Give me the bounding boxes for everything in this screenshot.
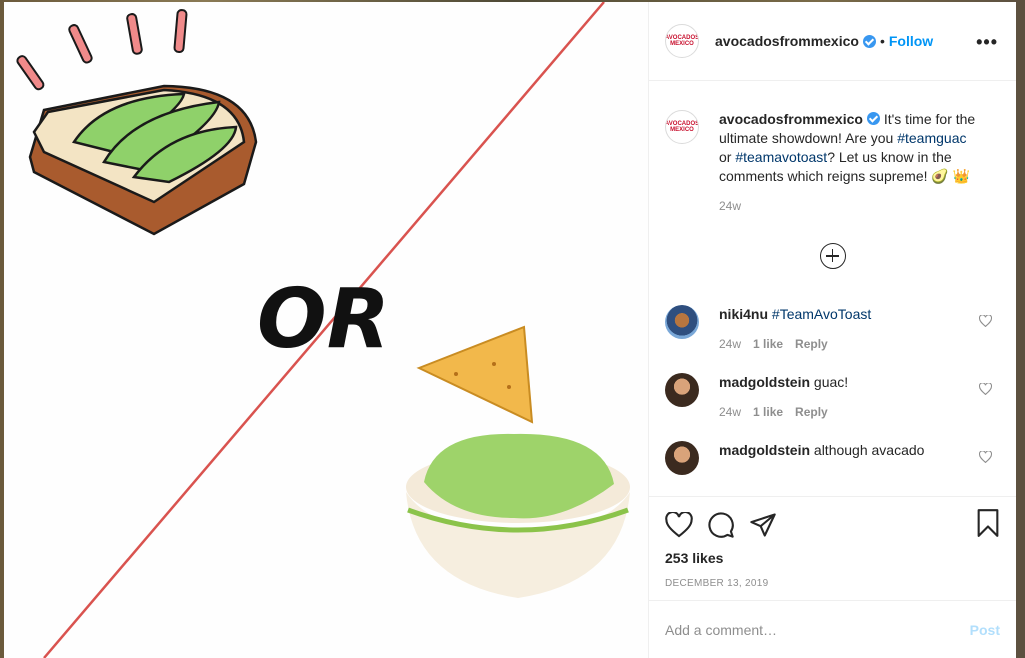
- follow-button[interactable]: Follow: [889, 33, 933, 49]
- separator-dot: •: [879, 33, 885, 49]
- comments-list[interactable]: AVOCADOS MEXICO avocadosfrommexico It's …: [649, 81, 1016, 496]
- likes-count[interactable]: 253 likes: [665, 550, 1000, 566]
- comment-time[interactable]: 24w: [719, 405, 741, 419]
- side-panel: AVOCADOS MEXICO avocadosfrommexico • Fol…: [648, 2, 1016, 658]
- comment-avatar[interactable]: [665, 305, 699, 339]
- post-image[interactable]: OR: [4, 2, 648, 658]
- comment-username[interactable]: madgoldstein: [719, 374, 810, 390]
- guacamole-bowl: [406, 325, 630, 598]
- caption-username[interactable]: avocadosfrommexico: [719, 111, 863, 127]
- caption-avatar[interactable]: AVOCADOS MEXICO: [665, 110, 699, 144]
- comment-time[interactable]: 24w: [719, 337, 741, 351]
- comment-username[interactable]: madgoldstein: [719, 442, 810, 458]
- post-comment-button[interactable]: Post: [970, 622, 1000, 638]
- verified-badge-icon: [862, 34, 876, 48]
- post-actions: 253 likes DECEMBER 13, 2019: [649, 496, 1016, 598]
- comment-text: madgoldstein although avacado: [719, 441, 969, 459]
- comment-row: madgoldstein guac! 24w 1 like Reply: [665, 373, 1000, 419]
- like-comment-heart-icon[interactable]: [979, 383, 992, 395]
- more-options-icon[interactable]: •••: [976, 32, 998, 53]
- brand-logo: AVOCADOS MEXICO: [665, 35, 699, 47]
- comment-input[interactable]: [665, 621, 970, 638]
- comment-username[interactable]: niki4nu: [719, 306, 768, 322]
- add-comment-bar: Post: [649, 600, 1016, 658]
- reply-button[interactable]: Reply: [795, 405, 828, 419]
- comment-likes[interactable]: 1 like: [753, 337, 783, 351]
- hashtag-teamguac[interactable]: #teamguac: [897, 130, 966, 146]
- like-comment-heart-icon[interactable]: [979, 315, 992, 327]
- post-modal: OR AVOCADOS MEXICO avocadosfrommexico • …: [4, 2, 1016, 658]
- or-text: OR: [257, 272, 390, 367]
- comment-content: although avacado: [813, 442, 925, 458]
- comment-bubble-icon[interactable]: [707, 511, 735, 539]
- comment-likes[interactable]: 1 like: [753, 405, 783, 419]
- hashtag-teamavotoast[interactable]: #teamavotoast: [735, 149, 827, 165]
- comment-hashtag[interactable]: #TeamAvoToast: [772, 306, 871, 322]
- comment-content: guac!: [813, 374, 849, 390]
- like-comment-heart-icon[interactable]: [979, 451, 992, 463]
- header-username[interactable]: avocadosfrommexico: [715, 33, 859, 49]
- sparkle-marks: [16, 9, 188, 91]
- verified-badge-icon: [866, 112, 880, 125]
- caption-or: or: [719, 149, 732, 165]
- caption-text: avocadosfrommexico It's time for the ult…: [719, 110, 981, 186]
- comment-text: madgoldstein guac!: [719, 373, 969, 391]
- comment-row: niki4nu #TeamAvoToast 24w 1 like Reply: [665, 305, 1000, 351]
- brand-logo: AVOCADOS MEXICO: [665, 121, 699, 133]
- avocado-toast: [28, 84, 258, 236]
- comment-avatar[interactable]: [665, 373, 699, 407]
- action-icons: [665, 511, 1000, 539]
- post-header: AVOCADOS MEXICO avocadosfrommexico • Fol…: [649, 2, 1016, 81]
- comment-text: niki4nu #TeamAvoToast: [719, 305, 969, 323]
- account-avatar[interactable]: AVOCADOS MEXICO: [665, 24, 699, 58]
- save-bookmark-icon[interactable]: [976, 509, 1000, 537]
- post-caption: AVOCADOS MEXICO avocadosfrommexico It's …: [665, 97, 1000, 213]
- load-more-comments-icon[interactable]: [819, 243, 846, 269]
- comment-meta: 24w 1 like Reply: [719, 405, 969, 419]
- comment-avatar[interactable]: [665, 441, 699, 475]
- comment-meta: 24w 1 like Reply: [719, 337, 969, 351]
- caption-time[interactable]: 24w: [719, 199, 981, 213]
- post-illustration: OR: [16, 2, 630, 658]
- reply-button[interactable]: Reply: [795, 337, 828, 351]
- share-paper-plane-icon[interactable]: [749, 512, 777, 538]
- post-date[interactable]: DECEMBER 13, 2019: [665, 578, 1000, 589]
- comment-row: madgoldstein although avacado: [665, 441, 1000, 475]
- like-heart-icon[interactable]: [665, 512, 693, 538]
